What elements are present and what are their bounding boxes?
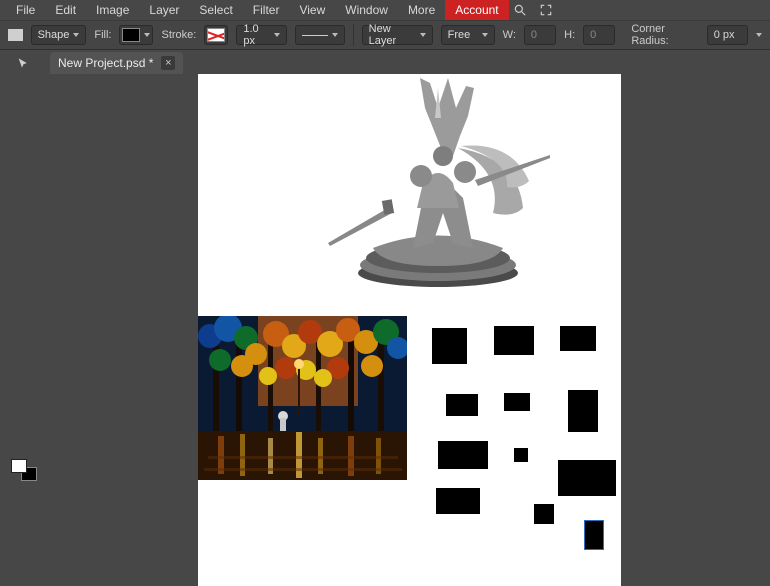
menu-view[interactable]: View [289,0,335,20]
shape-rect [568,390,598,432]
shape-rect [534,504,554,524]
corner-radius-label: Corner Radius: [631,23,698,47]
shape-rect [558,460,616,496]
shape-mode-dropdown[interactable]: Shape [31,25,87,45]
height-label: H: [564,29,575,41]
fill-swatch[interactable] [119,25,153,45]
menu-bar: File Edit Image Layer Select Filter View… [0,0,770,20]
move-tool[interactable] [5,54,43,75]
menu-image[interactable]: Image [86,0,139,20]
fill-label: Fill: [94,29,111,41]
shape-rect [436,488,480,514]
corner-dropdown-icon[interactable] [756,33,762,37]
new-layer-dropdown[interactable]: New Layer [362,25,433,45]
canvas-viewport[interactable] [48,74,770,586]
constrain-label: Free [448,29,471,41]
menu-edit[interactable]: Edit [45,0,86,20]
stroke-swatch[interactable] [204,25,228,45]
menu-layer[interactable]: Layer [139,0,189,20]
close-tab-button[interactable]: × [161,56,175,70]
menu-more[interactable]: More [398,0,445,20]
figure-image [293,74,583,288]
rect-tool-icon [8,29,23,41]
menu-select[interactable]: Select [189,0,242,20]
foreground-swatch[interactable] [11,459,27,473]
shape-rect [504,393,530,411]
options-bar: Shape Fill: Stroke: 1.0 px New Layer Fre… [0,20,770,50]
width-field[interactable]: 0 [524,25,556,45]
constrain-dropdown[interactable]: Free [441,25,495,45]
shape-rect [560,326,596,351]
menu-filter[interactable]: Filter [243,0,290,20]
stroke-label: Stroke: [161,29,196,41]
stroke-width[interactable]: 1.0 px [236,25,286,45]
corner-radius-field[interactable]: 0 px [707,25,748,45]
canvas[interactable] [198,74,621,586]
shape-rect [446,394,478,416]
stroke-width-value: 1.0 px [243,23,269,47]
height-value: 0 [590,29,596,41]
document-tab-label: New Project.psd * [58,56,153,70]
document-tab[interactable]: New Project.psd * × [50,52,183,74]
menu-account[interactable]: Account [445,0,508,20]
stroke-style[interactable] [295,25,345,45]
shape-rect [514,448,528,462]
menu-window[interactable]: Window [335,0,398,20]
menu-file[interactable]: File [6,0,45,20]
fullscreen-icon[interactable] [539,3,553,17]
search-icon[interactable] [513,3,527,17]
corner-radius-value: 0 px [714,29,735,41]
height-field[interactable]: 0 [583,25,615,45]
shape-rect [494,326,534,355]
width-value: 0 [531,29,537,41]
workspace [0,74,770,586]
document-tabs: New Project.psd * × [0,50,770,74]
new-layer-label: New Layer [369,23,416,47]
active-shape-rect[interactable] [584,520,604,550]
shape-rect [432,328,467,364]
width-label: W: [503,29,516,41]
shape-label: Shape [38,29,70,41]
shape-rect [438,441,488,469]
painting-image [198,316,407,480]
